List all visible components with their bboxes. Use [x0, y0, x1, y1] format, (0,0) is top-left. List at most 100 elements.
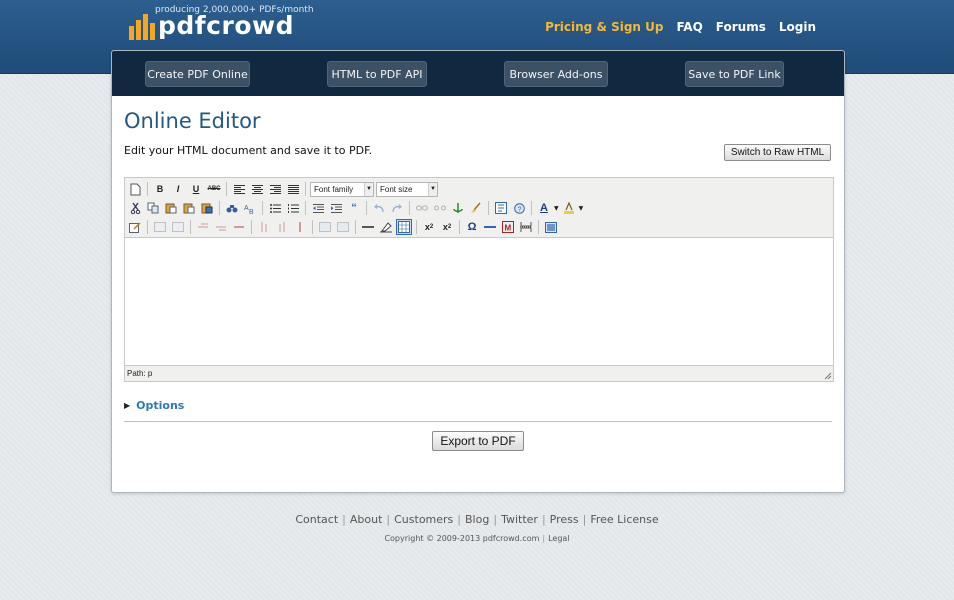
blockquote-icon[interactable]: “: [346, 200, 362, 216]
main-nav-bar: Create PDF Online HTML to PDF API Browse…: [112, 51, 844, 96]
bullet-list-icon[interactable]: [267, 200, 283, 216]
text-color-icon[interactable]: A: [536, 200, 552, 216]
visual-aid-icon[interactable]: [396, 219, 412, 235]
paste-word-icon[interactable]: [199, 200, 215, 216]
replace-icon[interactable]: AB: [242, 200, 258, 216]
svg-text:M: M: [505, 224, 512, 233]
table-row-props-icon[interactable]: [152, 219, 168, 235]
cut-icon[interactable]: [127, 200, 143, 216]
subscript-icon[interactable]: x2: [421, 219, 437, 235]
copy-icon[interactable]: [145, 200, 161, 216]
highlight-color-icon[interactable]: [561, 200, 577, 216]
insert-row-before-icon[interactable]: [195, 219, 211, 235]
nav-pricing-signup[interactable]: Pricing & Sign Up: [545, 20, 663, 34]
cleanup-icon[interactable]: [468, 200, 484, 216]
toolbar-row-2: AB “ ? A ▼ ▼: [127, 199, 583, 217]
italic-icon[interactable]: I: [170, 181, 186, 197]
insert-hr-icon[interactable]: [482, 219, 498, 235]
chevron-down-icon[interactable]: ▼: [554, 205, 559, 212]
main-panel: Create PDF Online HTML to PDF API Browse…: [111, 50, 845, 493]
top-nav: Pricing & Sign Up FAQ Forums Login: [545, 20, 816, 34]
footer-link-contact[interactable]: Contact: [295, 513, 338, 526]
merge-cells-icon[interactable]: [335, 219, 351, 235]
split-cells-icon[interactable]: [317, 219, 333, 235]
unlink-icon[interactable]: [432, 200, 448, 216]
chevron-down-icon: ▼: [364, 182, 373, 196]
paste-text-icon[interactable]: [181, 200, 197, 216]
page-subtitle: Edit your HTML document and save it to P…: [124, 144, 373, 157]
bold-icon[interactable]: B: [152, 181, 168, 197]
undo-icon[interactable]: [371, 200, 387, 216]
svg-text:B: B: [249, 209, 254, 214]
find-icon[interactable]: [224, 200, 240, 216]
insert-col-before-icon[interactable]: [256, 219, 272, 235]
svg-text:?: ?: [517, 206, 521, 213]
chevron-down-icon[interactable]: ▼: [579, 205, 584, 212]
export-to-pdf-button[interactable]: Export to PDF: [432, 431, 524, 451]
nav-faq[interactable]: FAQ: [676, 20, 702, 34]
align-justify-icon[interactable]: [285, 181, 301, 197]
rich-text-editor: B I U ABC Font family ▼ Font size ▼ A B …: [124, 177, 834, 382]
toolbar-row-3: x2 x2 Ω M: [127, 218, 559, 236]
media-icon[interactable]: M: [500, 219, 516, 235]
editor-content-area[interactable]: [125, 237, 833, 366]
indent-icon[interactable]: [328, 200, 344, 216]
align-right-icon[interactable]: [267, 181, 283, 197]
special-char-icon[interactable]: Ω: [464, 219, 480, 235]
copyright-text: Copyright © 2009-2013 pdfcrowd.com: [384, 534, 540, 543]
help-icon[interactable]: ?: [511, 200, 527, 216]
table-cell-props-icon[interactable]: [170, 219, 186, 235]
options-toggle[interactable]: ▶ Options: [124, 399, 184, 412]
footer-link-free-license[interactable]: Free License: [590, 513, 658, 526]
browser-addons-button[interactable]: Browser Add-ons: [504, 61, 608, 87]
delete-row-icon[interactable]: [231, 219, 247, 235]
footer-link-legal[interactable]: Legal: [548, 534, 569, 543]
footer-link-blog[interactable]: Blog: [465, 513, 489, 526]
html-source-icon[interactable]: [493, 200, 509, 216]
insert-col-after-icon[interactable]: [274, 219, 290, 235]
resize-handle-icon[interactable]: [824, 372, 832, 380]
font-size-value: Font size: [380, 184, 413, 194]
nav-forums[interactable]: Forums: [716, 20, 766, 34]
new-document-icon[interactable]: [127, 181, 143, 197]
footer-link-about[interactable]: About: [350, 513, 383, 526]
footer-link-customers[interactable]: Customers: [394, 513, 453, 526]
save-to-pdf-link-button[interactable]: Save to PDF Link: [685, 61, 784, 87]
copyright: Copyright © 2009-2013 pdfcrowd.com | Legal: [384, 534, 570, 543]
strikethrough-icon[interactable]: ABC: [206, 181, 222, 197]
footer-links: Contact | About | Customers | Blog | Twitter | Pre…: [295, 513, 659, 526]
edit-icon[interactable]: [127, 219, 143, 235]
delete-col-icon[interactable]: [292, 219, 308, 235]
html-to-pdf-api-button[interactable]: HTML to PDF API: [327, 61, 427, 87]
link-icon[interactable]: [414, 200, 430, 216]
fullscreen-icon[interactable]: [543, 219, 559, 235]
footer-link-twitter[interactable]: Twitter: [501, 513, 538, 526]
remove-format-icon[interactable]: [378, 219, 394, 235]
page-break-icon[interactable]: [518, 219, 534, 235]
align-left-icon[interactable]: [231, 181, 247, 197]
redo-icon[interactable]: [389, 200, 405, 216]
font-family-value: Font family: [314, 184, 354, 194]
footer-link-press[interactable]: Press: [550, 513, 579, 526]
switch-to-raw-html-button[interactable]: Switch to Raw HTML: [724, 144, 831, 161]
create-pdf-online-button[interactable]: Create PDF Online: [145, 61, 250, 87]
numbered-list-icon[interactable]: [285, 200, 301, 216]
underline-icon[interactable]: U: [188, 181, 204, 197]
divider: [124, 421, 832, 422]
superscript-icon[interactable]: x2: [439, 219, 455, 235]
align-center-icon[interactable]: [249, 181, 265, 197]
logo-text[interactable]: pdfcrowd: [158, 11, 294, 40]
font-size-select[interactable]: Font size ▼: [376, 181, 438, 197]
anchor-icon[interactable]: [450, 200, 466, 216]
outdent-icon[interactable]: [310, 200, 326, 216]
insert-row-after-icon[interactable]: [213, 219, 229, 235]
horizontal-rule-icon[interactable]: [360, 219, 376, 235]
triangle-right-icon: ▶: [124, 401, 131, 410]
paste-icon[interactable]: [163, 200, 179, 216]
logo-bars-icon: [129, 14, 155, 40]
nav-login[interactable]: Login: [779, 20, 816, 34]
options-label: Options: [136, 399, 185, 412]
font-family-select[interactable]: Font family ▼: [310, 181, 374, 197]
page-title: Online Editor: [124, 109, 261, 133]
chevron-down-icon: ▼: [428, 182, 437, 196]
